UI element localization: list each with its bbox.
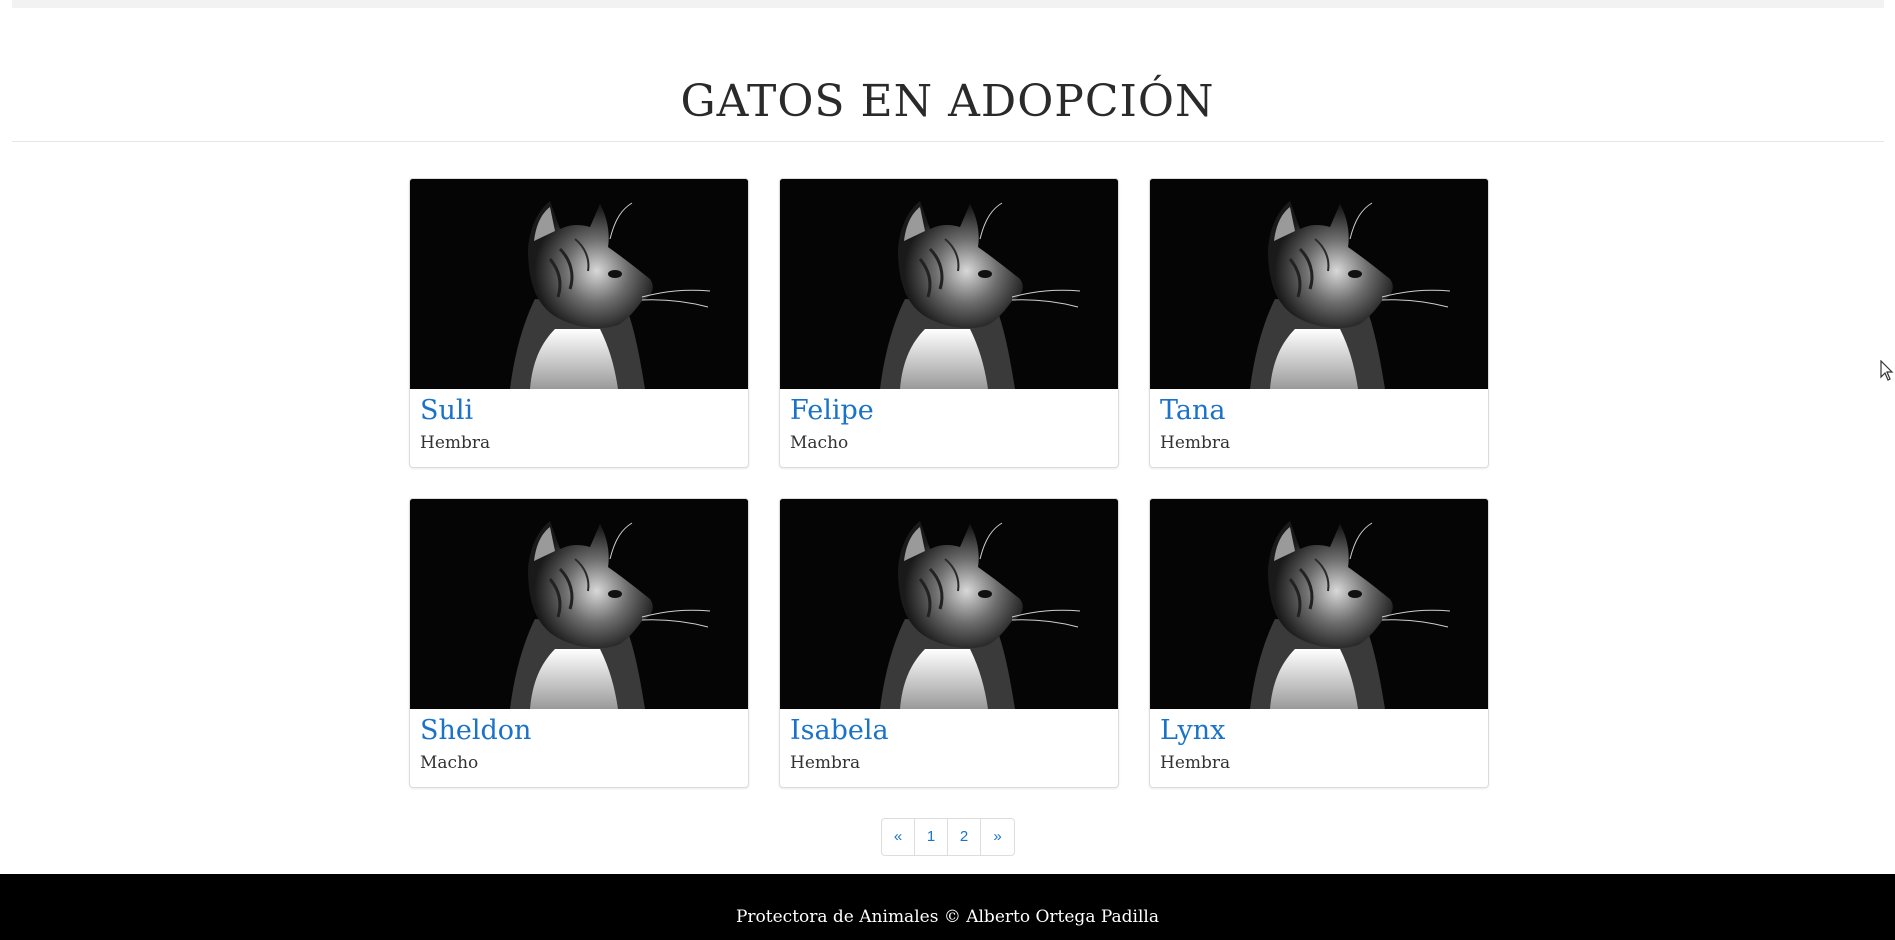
cat-sex-label: Macho [790, 433, 849, 453]
pagination-page-2[interactable]: 2 [948, 819, 981, 855]
page-title: GATOS EN ADOPCIÓN [680, 76, 1215, 127]
cat-photo[interactable] [410, 179, 748, 389]
page: GATOS EN ADOPCIÓN Suli Hembra Felipe Mac… [0, 0, 1895, 940]
card-body: Lynx Hembra [1150, 709, 1488, 777]
cat-sex-label: Hembra [420, 433, 491, 453]
cat-photo[interactable] [1150, 499, 1488, 709]
cat-name-link[interactable]: Tana [1160, 393, 1478, 429]
cat-name-link[interactable]: Sheldon [420, 713, 738, 749]
cat-sex-label: Macho [420, 753, 479, 773]
cat-sex-label: Hembra [790, 753, 861, 773]
cat-photo[interactable] [780, 179, 1118, 389]
cat-card[interactable]: Isabela Hembra [779, 498, 1119, 788]
card-body: Tana Hembra [1150, 389, 1488, 457]
cat-sex-label: Hembra [1160, 433, 1231, 453]
cat-card-grid: Suli Hembra Felipe Macho Tana Hembra She… [409, 178, 1489, 788]
cat-card[interactable]: Suli Hembra [409, 178, 749, 468]
pagination-prev-button[interactable]: « [882, 819, 915, 855]
cat-card[interactable]: Lynx Hembra [1149, 498, 1489, 788]
cat-sex-label: Hembra [1160, 753, 1231, 773]
cat-photo[interactable] [780, 499, 1118, 709]
cat-name-link[interactable]: Isabela [790, 713, 1108, 749]
cat-card[interactable]: Felipe Macho [779, 178, 1119, 468]
pagination-page-1[interactable]: 1 [915, 819, 948, 855]
cat-name-link[interactable]: Felipe [790, 393, 1108, 429]
cat-card[interactable]: Sheldon Macho [409, 498, 749, 788]
title-divider [12, 141, 1884, 142]
cat-name-link[interactable]: Suli [420, 393, 738, 429]
footer: Protectora de Animales © Alberto Ortega … [0, 874, 1895, 940]
cat-photo[interactable] [410, 499, 748, 709]
cat-name-link[interactable]: Lynx [1160, 713, 1478, 749]
cat-photo[interactable] [1150, 179, 1488, 389]
pagination-next-button[interactable]: » [981, 819, 1014, 855]
card-body: Sheldon Macho [410, 709, 748, 777]
top-navbar-edge [12, 0, 1884, 8]
card-body: Suli Hembra [410, 389, 748, 457]
pagination: « 1 2 » [881, 818, 1015, 856]
mouse-cursor-icon [1880, 360, 1894, 381]
card-body: Isabela Hembra [780, 709, 1118, 777]
footer-copyright: Protectora de Animales © Alberto Ortega … [735, 907, 1159, 927]
card-body: Felipe Macho [780, 389, 1118, 457]
cat-card[interactable]: Tana Hembra [1149, 178, 1489, 468]
